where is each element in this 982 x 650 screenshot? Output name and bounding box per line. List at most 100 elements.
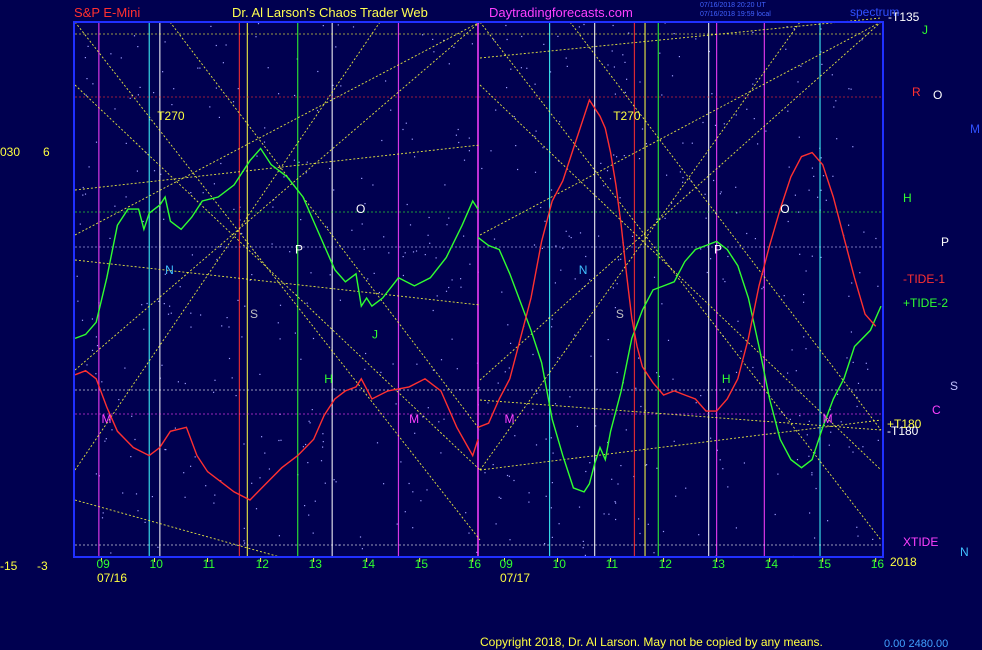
star-dot bbox=[400, 461, 402, 463]
star-dot bbox=[589, 279, 591, 281]
x-tick-label: 09 bbox=[500, 557, 514, 571]
star-dot bbox=[451, 279, 453, 281]
star-dot bbox=[584, 554, 586, 556]
left-scale-label: 030 bbox=[0, 145, 20, 159]
star-dot bbox=[540, 206, 542, 209]
star-dot bbox=[638, 357, 640, 359]
star-dot bbox=[279, 304, 282, 306]
star-dot bbox=[317, 70, 319, 73]
star-dot bbox=[752, 31, 754, 33]
star-dot bbox=[221, 325, 223, 327]
star-dot bbox=[705, 217, 707, 219]
star-dot bbox=[506, 474, 509, 477]
star-dot bbox=[704, 193, 706, 195]
star-dot bbox=[141, 304, 143, 306]
star-dot bbox=[144, 521, 146, 523]
star-dot bbox=[322, 441, 324, 443]
star-dot bbox=[329, 274, 331, 276]
star-dot bbox=[361, 548, 363, 550]
star-dot bbox=[340, 85, 342, 87]
star-dot bbox=[278, 535, 280, 537]
star-dot bbox=[453, 46, 455, 48]
star-dot bbox=[852, 146, 854, 148]
star-dot bbox=[710, 437, 712, 439]
star-dot bbox=[653, 552, 655, 554]
star-dot bbox=[506, 87, 508, 89]
star-dot bbox=[463, 235, 465, 237]
star-dot bbox=[714, 124, 717, 126]
star-dot bbox=[787, 220, 789, 223]
star-dot bbox=[639, 532, 641, 535]
star-dot bbox=[510, 342, 512, 344]
star-dot bbox=[852, 451, 854, 453]
star-dot bbox=[213, 502, 215, 504]
star-dot bbox=[609, 178, 612, 180]
star-dot bbox=[720, 191, 722, 193]
star-dot bbox=[551, 536, 553, 538]
star-dot bbox=[404, 252, 406, 254]
star-dot bbox=[616, 371, 618, 374]
star-dot bbox=[451, 338, 453, 340]
star-dot bbox=[735, 371, 738, 373]
star-dot bbox=[324, 482, 326, 484]
left-scale-label: -15 bbox=[0, 559, 18, 573]
header-website[interactable]: Daytradingforecasts.com bbox=[489, 5, 633, 20]
star-dot bbox=[857, 382, 860, 384]
annotation-label: S bbox=[250, 307, 258, 321]
star-dot bbox=[365, 352, 367, 355]
star-dot bbox=[799, 253, 801, 255]
star-dot bbox=[520, 67, 522, 69]
star-dot bbox=[641, 128, 644, 130]
star-dot bbox=[757, 143, 759, 145]
annotation-label: P bbox=[714, 243, 722, 257]
star-dot bbox=[872, 538, 874, 540]
star-dot bbox=[797, 81, 799, 83]
star-dot bbox=[405, 122, 407, 124]
star-dot bbox=[96, 345, 99, 347]
annotation-label: M bbox=[823, 412, 833, 426]
x-tick-label: 09 bbox=[97, 557, 111, 571]
star-dot bbox=[310, 272, 312, 274]
star-dot bbox=[515, 145, 517, 147]
star-dot bbox=[787, 110, 789, 112]
star-dot bbox=[243, 540, 245, 542]
star-dot bbox=[569, 396, 571, 398]
star-dot bbox=[706, 271, 708, 274]
star-dot bbox=[364, 368, 366, 370]
star-dot bbox=[136, 170, 138, 172]
chart-background bbox=[0, 0, 982, 650]
star-dot bbox=[278, 93, 280, 95]
star-dot bbox=[679, 171, 681, 173]
star-dot bbox=[385, 80, 387, 82]
star-dot bbox=[735, 114, 737, 116]
star-dot bbox=[424, 254, 426, 256]
star-dot bbox=[444, 184, 446, 186]
star-dot bbox=[436, 295, 438, 297]
star-dot bbox=[811, 255, 813, 257]
right-label: C bbox=[932, 403, 941, 417]
star-dot bbox=[322, 25, 324, 27]
star-dot bbox=[722, 278, 724, 280]
star-dot bbox=[468, 150, 470, 152]
star-dot bbox=[653, 276, 656, 278]
annotation-label: M bbox=[409, 412, 419, 426]
star-dot bbox=[487, 402, 489, 404]
star-dot bbox=[583, 23, 585, 26]
star-dot bbox=[440, 452, 442, 454]
star-dot bbox=[550, 189, 553, 191]
star-dot bbox=[578, 26, 580, 28]
annotation-label: O bbox=[780, 202, 789, 216]
star-dot bbox=[84, 57, 86, 59]
star-dot bbox=[666, 174, 668, 176]
star-dot bbox=[111, 429, 113, 431]
star-dot bbox=[314, 500, 316, 502]
star-dot bbox=[517, 168, 519, 171]
star-dot bbox=[263, 141, 266, 143]
star-dot bbox=[412, 491, 414, 493]
star-dot bbox=[256, 155, 258, 157]
right-label: J bbox=[922, 23, 928, 37]
star-dot bbox=[101, 517, 104, 519]
star-dot bbox=[620, 465, 622, 467]
star-dot bbox=[800, 65, 802, 67]
star-dot bbox=[105, 438, 107, 440]
